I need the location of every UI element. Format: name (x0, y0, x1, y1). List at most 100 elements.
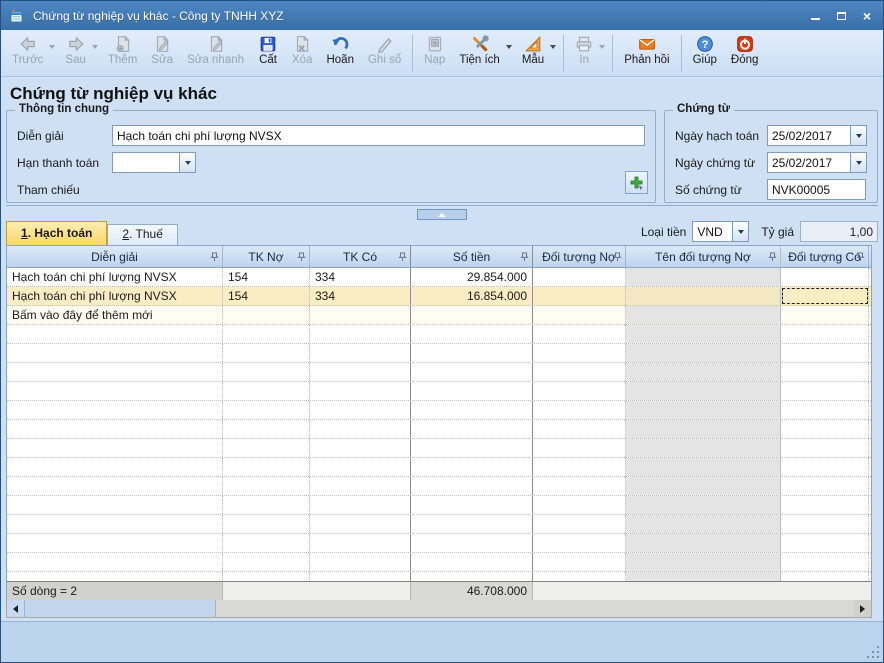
close-button[interactable]: × (861, 9, 873, 23)
column-header-doi-tuong-co[interactable]: Đối tượng Có (781, 246, 869, 267)
currency-label: Loại tiền (640, 224, 687, 239)
power-icon (736, 36, 753, 52)
grid-header-row: Diễn giải TK Nợ TK Có Số tiền Đối tượng … (7, 246, 871, 268)
document-date-label: Ngày chứng từ (675, 155, 756, 170)
horizontal-scrollbar[interactable] (6, 600, 872, 618)
tools-icon (472, 35, 489, 52)
add-reference-button[interactable] (625, 171, 648, 194)
chevron-down-icon[interactable] (599, 45, 606, 49)
help-icon: ? (696, 36, 713, 52)
minimize-button[interactable] (809, 10, 821, 22)
column-header-ten-doi-tuong-no[interactable]: Tên đối tượng Nợ (626, 246, 781, 267)
grid-body: Hạch toán chi phí lượng NVSX 154 334 29.… (7, 268, 871, 581)
column-header-doi-tuong-no[interactable]: Đối tượng Nợ (533, 246, 626, 267)
empty-row (7, 458, 871, 477)
toolbar-separator (563, 35, 565, 72)
general-info-legend: Thông tin chung (15, 103, 114, 115)
tab-thue[interactable]: 2. Thuế (107, 224, 178, 245)
pin-icon[interactable] (856, 252, 865, 262)
scroll-right-button[interactable] (854, 600, 871, 617)
toolbar-undo-button[interactable]: Hoãn (319, 32, 361, 75)
toolbar-utilities-button[interactable]: Tiện ích (452, 32, 514, 75)
maximize-button[interactable] (835, 10, 847, 22)
payment-term-input[interactable] (112, 152, 179, 173)
document-info-legend: Chứng từ (673, 103, 735, 115)
currency-input[interactable] (692, 221, 733, 242)
chevron-down-icon[interactable] (550, 45, 557, 49)
toolbar-edit-button[interactable]: Sửa (144, 32, 180, 75)
row-count: Số dòng = 2 (7, 582, 223, 600)
payment-term-label: Hạn thanh toán (17, 155, 100, 170)
toolbar-help-button[interactable]: ? Giúp (686, 32, 724, 75)
title-bar[interactable]: Chứng từ nghiệp vụ khác - Công ty TNHH X… (1, 1, 883, 30)
page-title: Chứng từ nghiệp vụ khác (10, 84, 217, 103)
pin-icon[interactable] (210, 252, 219, 262)
pin-icon[interactable] (768, 252, 777, 262)
splitter (6, 205, 878, 220)
exchange-rate-label: Tỷ giá (761, 224, 794, 239)
grid-footer-row: Số dòng = 2 46.708.000 (7, 581, 871, 600)
add-new-row[interactable]: Bấm vào đây để thêm mới (7, 306, 871, 325)
toolbar-save-button[interactable]: Cất (251, 32, 285, 75)
description-label: Diễn giải (17, 128, 64, 143)
tab-hach-toan[interactable]: 1. Hạch toán (6, 221, 108, 245)
chevron-down-icon[interactable] (49, 45, 56, 49)
tab-strip: 1. Hạch toán 2. Thuế (6, 221, 178, 245)
document-date-input[interactable] (767, 152, 850, 173)
chevron-down-icon[interactable] (91, 45, 98, 49)
toolbar-feedback-button[interactable]: Phản hồi (617, 32, 676, 75)
scroll-left-button[interactable] (7, 600, 24, 617)
empty-row (7, 401, 871, 420)
toolbar-separator (412, 35, 414, 72)
currency-dropdown-button[interactable] (732, 221, 750, 242)
toolbar: Trước Sau Thêm Sửa Sửa nhanh Cất Xóa Hoã… (1, 30, 883, 77)
pin-icon[interactable] (613, 252, 622, 262)
application-window: Chứng từ nghiệp vụ khác - Công ty TNHH X… (0, 0, 884, 663)
maximize-icon (836, 11, 846, 20)
column-header-tk-no[interactable]: TK Nợ (223, 246, 310, 267)
empty-row (7, 515, 871, 534)
pencil-icon (377, 38, 392, 53)
toolbar-reload-button[interactable]: Nạp (417, 32, 452, 75)
toolbar-forward-button[interactable]: Sau (58, 32, 100, 75)
toolbar-back-button[interactable]: Trước (5, 32, 58, 75)
document-date-dropdown-button[interactable] (850, 152, 867, 173)
column-header-dien-giai[interactable]: Diễn giải (7, 246, 223, 267)
scrollbar-thumb[interactable] (24, 600, 216, 617)
toolbar-print-button[interactable]: In (568, 32, 608, 75)
toolbar-close-form-button[interactable]: Đóng (724, 32, 766, 75)
payment-term-dropdown-button[interactable] (179, 152, 196, 173)
back-arrow-icon (20, 36, 35, 52)
reload-document-icon (428, 36, 441, 52)
toolbar-post-button[interactable]: Ghi sổ (361, 32, 408, 75)
minimize-icon (810, 17, 820, 20)
pin-icon[interactable] (398, 252, 407, 262)
resize-grip[interactable] (877, 656, 879, 658)
chevron-down-icon[interactable] (505, 45, 512, 49)
delete-document-icon (297, 35, 310, 52)
pin-icon[interactable] (520, 252, 529, 262)
description-input[interactable] (112, 125, 645, 146)
scroll-left-icon (13, 604, 18, 613)
column-header-so-tien[interactable]: Số tiền (411, 246, 533, 267)
toolbar-add-button[interactable]: Thêm (101, 32, 144, 75)
column-header-tk-co[interactable]: TK Có (310, 246, 411, 267)
document-number-input[interactable] (767, 179, 866, 200)
empty-row (7, 344, 871, 363)
toolbar-delete-button[interactable]: Xóa (285, 32, 319, 75)
empty-row (7, 477, 871, 496)
posting-date-dropdown-button[interactable] (850, 125, 867, 146)
toolbar-quick-edit-button[interactable]: Sửa nhanh (180, 32, 251, 75)
empty-row (7, 382, 871, 401)
toolbar-template-button[interactable]: Mẫu (515, 32, 559, 75)
pin-icon[interactable] (297, 252, 306, 262)
empty-row (7, 420, 871, 439)
table-row-selected[interactable]: Hạch toán chi phí lượng NVSX 154 334 16.… (7, 287, 871, 306)
document-info-group: Chứng từ Ngày hạch toán Ngày chứng từ (664, 103, 878, 203)
splitter-collapse-button[interactable] (417, 209, 467, 220)
posting-date-input[interactable] (767, 125, 850, 146)
reference-label: Tham chiếu (17, 182, 80, 197)
empty-row (7, 363, 871, 382)
table-row[interactable]: Hạch toán chi phí lượng NVSX 154 334 29.… (7, 268, 871, 287)
focused-cell[interactable] (781, 287, 869, 305)
